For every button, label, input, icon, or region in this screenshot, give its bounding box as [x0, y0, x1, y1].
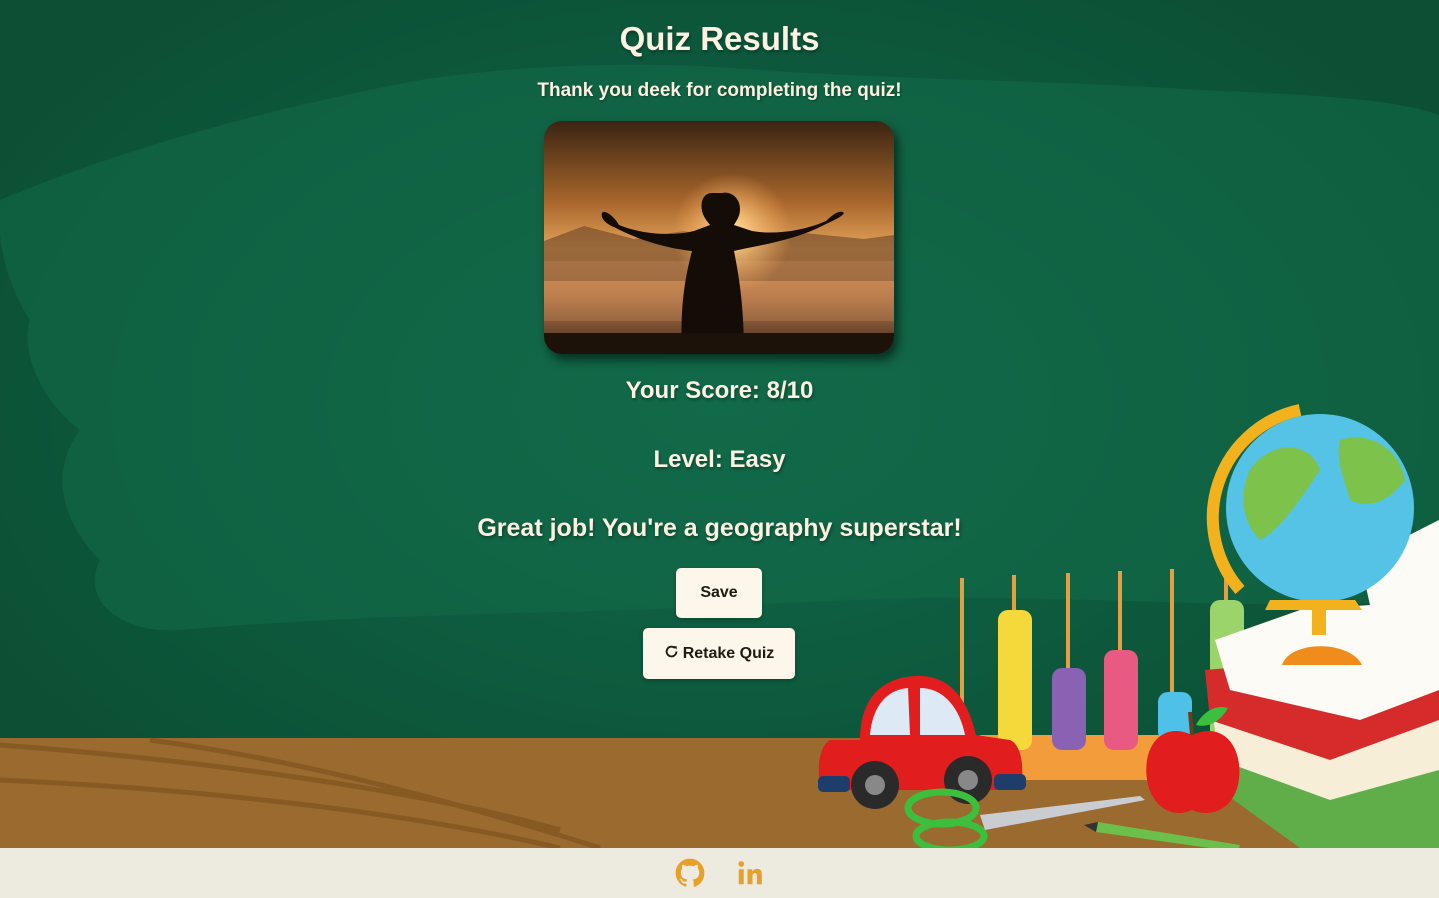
retake-quiz-label: Retake Quiz [682, 644, 775, 662]
retake-quiz-button[interactable]: Retake Quiz [643, 628, 795, 679]
save-button-label: Save [700, 584, 738, 601]
linkedin-link[interactable] [735, 858, 765, 888]
refresh-icon [664, 644, 679, 664]
github-icon [675, 858, 704, 887]
page-title: Quiz Results [619, 20, 820, 57]
github-link[interactable] [675, 858, 705, 888]
level-text: Level: Easy [653, 446, 786, 473]
quiz-results-page: Quiz Results Thank you deek for completi… [0, 0, 1439, 898]
linkedin-icon [737, 861, 762, 885]
footer [0, 848, 1439, 898]
celebration-image [544, 121, 894, 354]
feedback-message: Great job! You're a geography superstar! [477, 514, 962, 542]
score-text: Your Score: 8/10 [625, 377, 814, 404]
thanks-message: Thank you deek for completing the quiz! [537, 80, 902, 101]
save-button[interactable]: Save [676, 568, 762, 618]
